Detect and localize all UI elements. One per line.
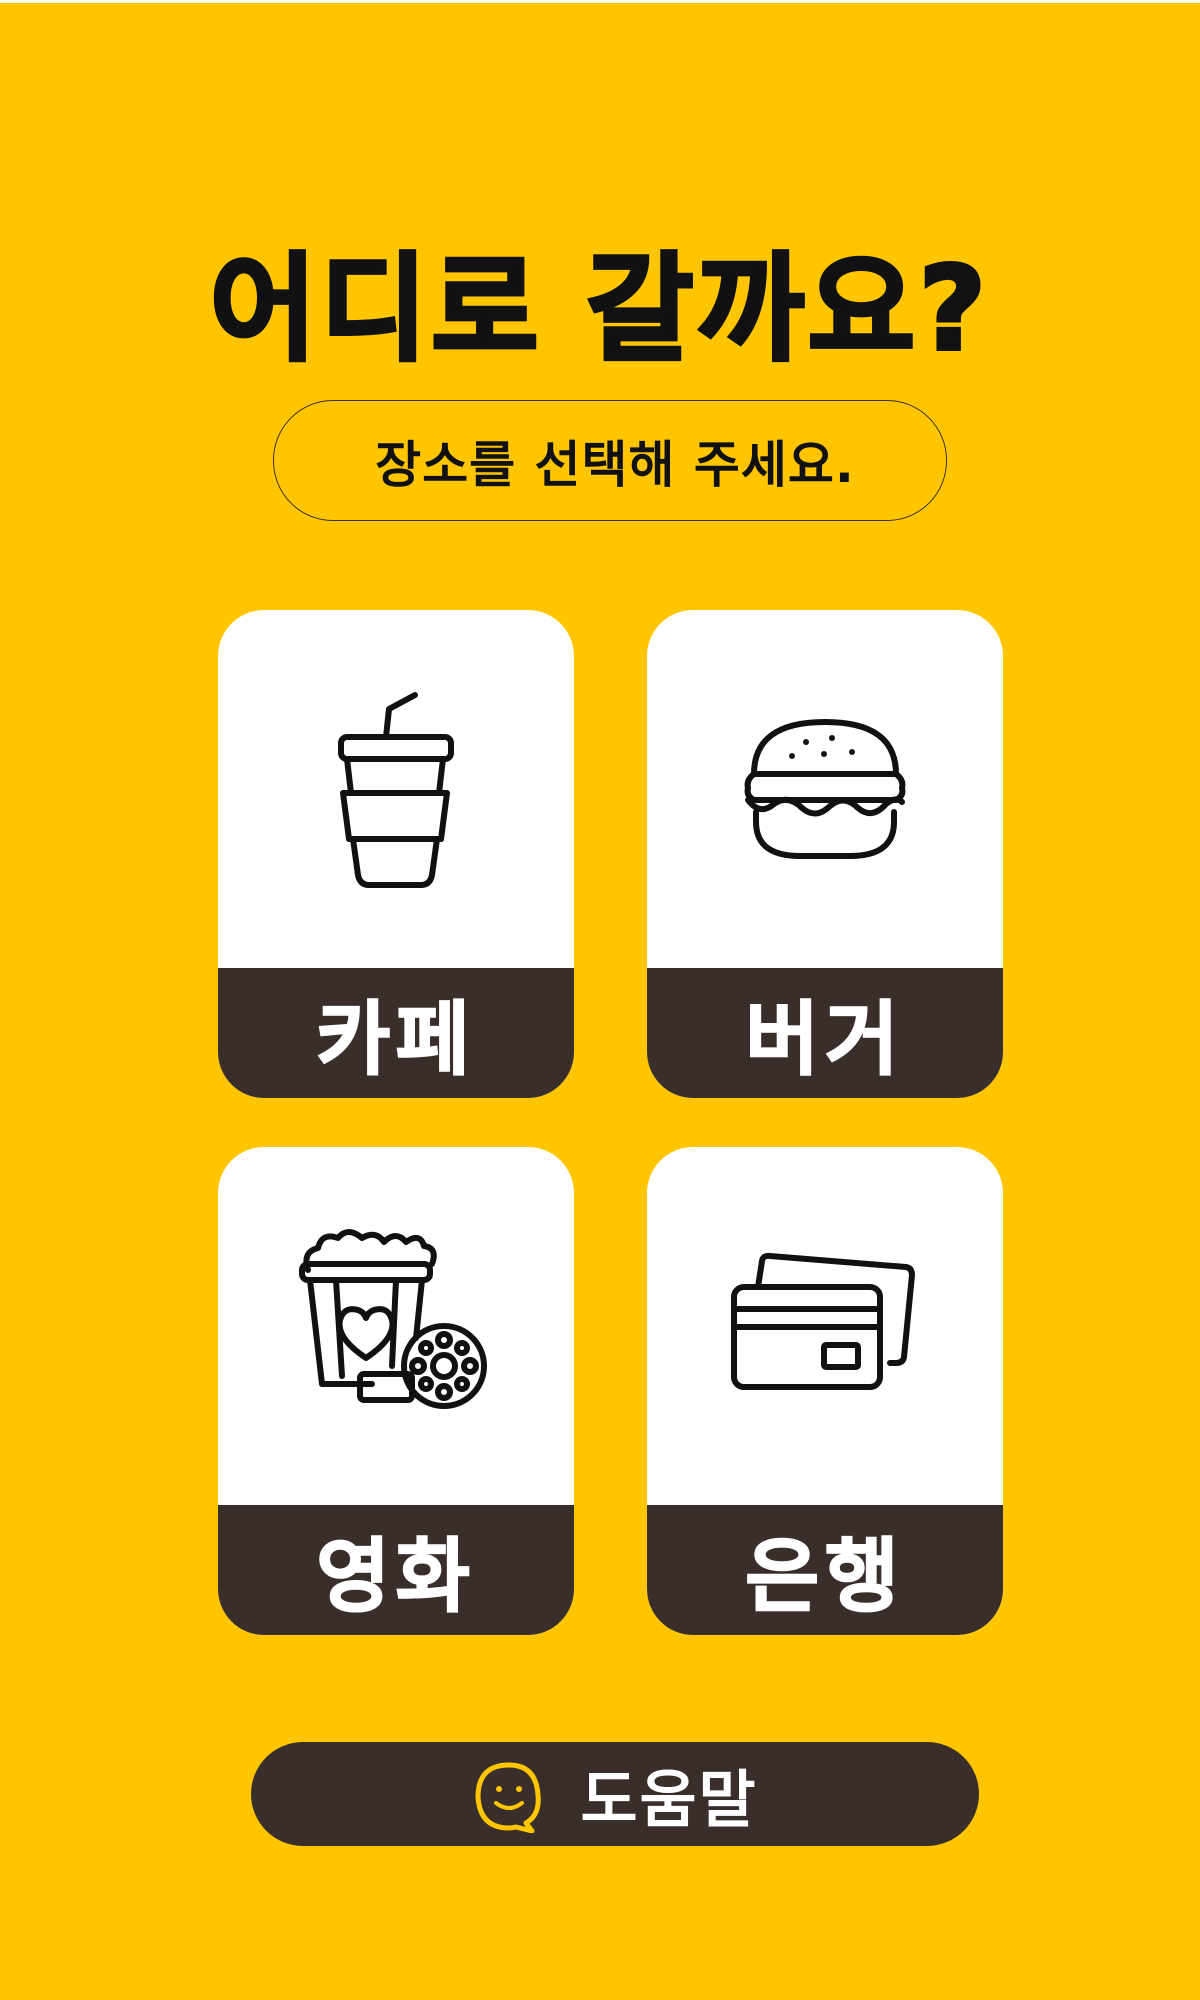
drink-cup-icon (218, 610, 574, 968)
burger-icon (647, 610, 1003, 968)
help-label: 도움말 (580, 1763, 758, 1836)
smile-chat-icon (475, 1762, 542, 1833)
page-title: 어디로 갈까요? (208, 240, 990, 379)
subtitle-pill: 장소를 선택해 주세요. (273, 400, 947, 521)
option-bank-button[interactable]: 은행 (647, 1147, 1003, 1635)
top-divider (0, 0, 1200, 3)
option-bank-label: 은행 (647, 1505, 1003, 1635)
option-burger-label: 버거 (647, 968, 1003, 1098)
option-burger-button[interactable]: 버거 (647, 610, 1003, 1098)
option-movie-label: 영화 (218, 1505, 574, 1635)
option-cafe-label: 카페 (218, 968, 574, 1098)
option-cafe-button[interactable]: 카페 (218, 610, 574, 1098)
help-button[interactable]: 도움말 (251, 1742, 979, 1846)
subtitle-text: 장소를 선택해 주세요. (375, 435, 855, 494)
option-movie-button[interactable]: 영화 (218, 1147, 574, 1635)
popcorn-film-icon (218, 1147, 574, 1505)
credit-card-icon (647, 1147, 1003, 1505)
